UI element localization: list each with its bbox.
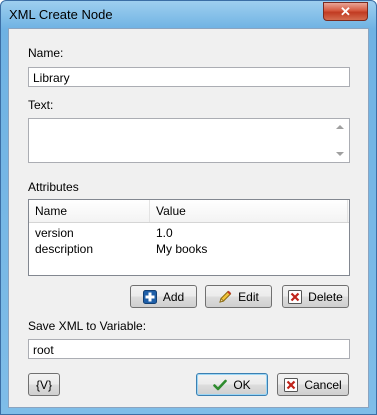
text-scrollbar[interactable]: [332, 119, 349, 162]
attribute-name: description: [35, 242, 94, 256]
scroll-up-icon[interactable]: [336, 125, 344, 129]
delete-button[interactable]: Delete: [282, 285, 349, 308]
attributes-list[interactable]: Name Value version 1.0 description My bo…: [28, 199, 350, 276]
scroll-down-icon[interactable]: [336, 152, 344, 156]
dialog-body: Name: Library Text: Attributes Name Valu…: [8, 28, 369, 408]
title-bar[interactable]: XML Create Node ✕: [1, 1, 376, 28]
cancel-x-icon: [284, 377, 299, 392]
table-row[interactable]: description My books: [29, 242, 349, 258]
insert-variable-button[interactable]: {V}: [28, 373, 60, 396]
save-variable-label: Save XML to Variable:: [28, 319, 147, 333]
ok-button[interactable]: OK: [196, 373, 268, 396]
add-button[interactable]: Add: [130, 285, 197, 308]
name-label: Name:: [28, 46, 64, 60]
attribute-value: My books: [156, 242, 208, 256]
table-row[interactable]: version 1.0: [29, 226, 349, 242]
window-title: XML Create Node: [9, 7, 113, 22]
insert-variable-label: {V}: [35, 377, 53, 392]
add-button-label: Add: [162, 289, 185, 304]
name-input[interactable]: Library: [28, 67, 350, 87]
delete-button-label: Delete: [308, 289, 343, 304]
edit-button[interactable]: Edit: [205, 285, 272, 308]
pencil-icon: [219, 290, 232, 303]
save-variable-input[interactable]: root: [28, 339, 350, 359]
edit-button-label: Edit: [238, 289, 259, 304]
ok-button-label: OK: [233, 377, 251, 392]
cancel-button[interactable]: Cancel: [277, 373, 349, 396]
close-icon: ✕: [340, 4, 351, 19]
column-header-value[interactable]: Value: [156, 204, 186, 218]
text-label: Text:: [28, 98, 54, 112]
text-input[interactable]: [28, 118, 350, 163]
column-divider[interactable]: [149, 200, 150, 222]
plus-icon: [142, 289, 157, 304]
column-divider[interactable]: [347, 200, 348, 222]
delete-x-icon: [288, 289, 303, 304]
checkmark-icon: [213, 379, 228, 390]
attribute-value: 1.0: [156, 226, 173, 240]
column-header-name[interactable]: Name: [35, 204, 67, 218]
dialog-window: XML Create Node ✕ Name: Library Text: At…: [0, 0, 377, 415]
attributes-list-header: Name Value: [29, 200, 349, 223]
attribute-name: version: [35, 226, 74, 240]
cancel-button-label: Cancel: [304, 377, 342, 392]
close-button[interactable]: ✕: [323, 2, 368, 21]
attributes-label: Attributes: [28, 180, 79, 194]
